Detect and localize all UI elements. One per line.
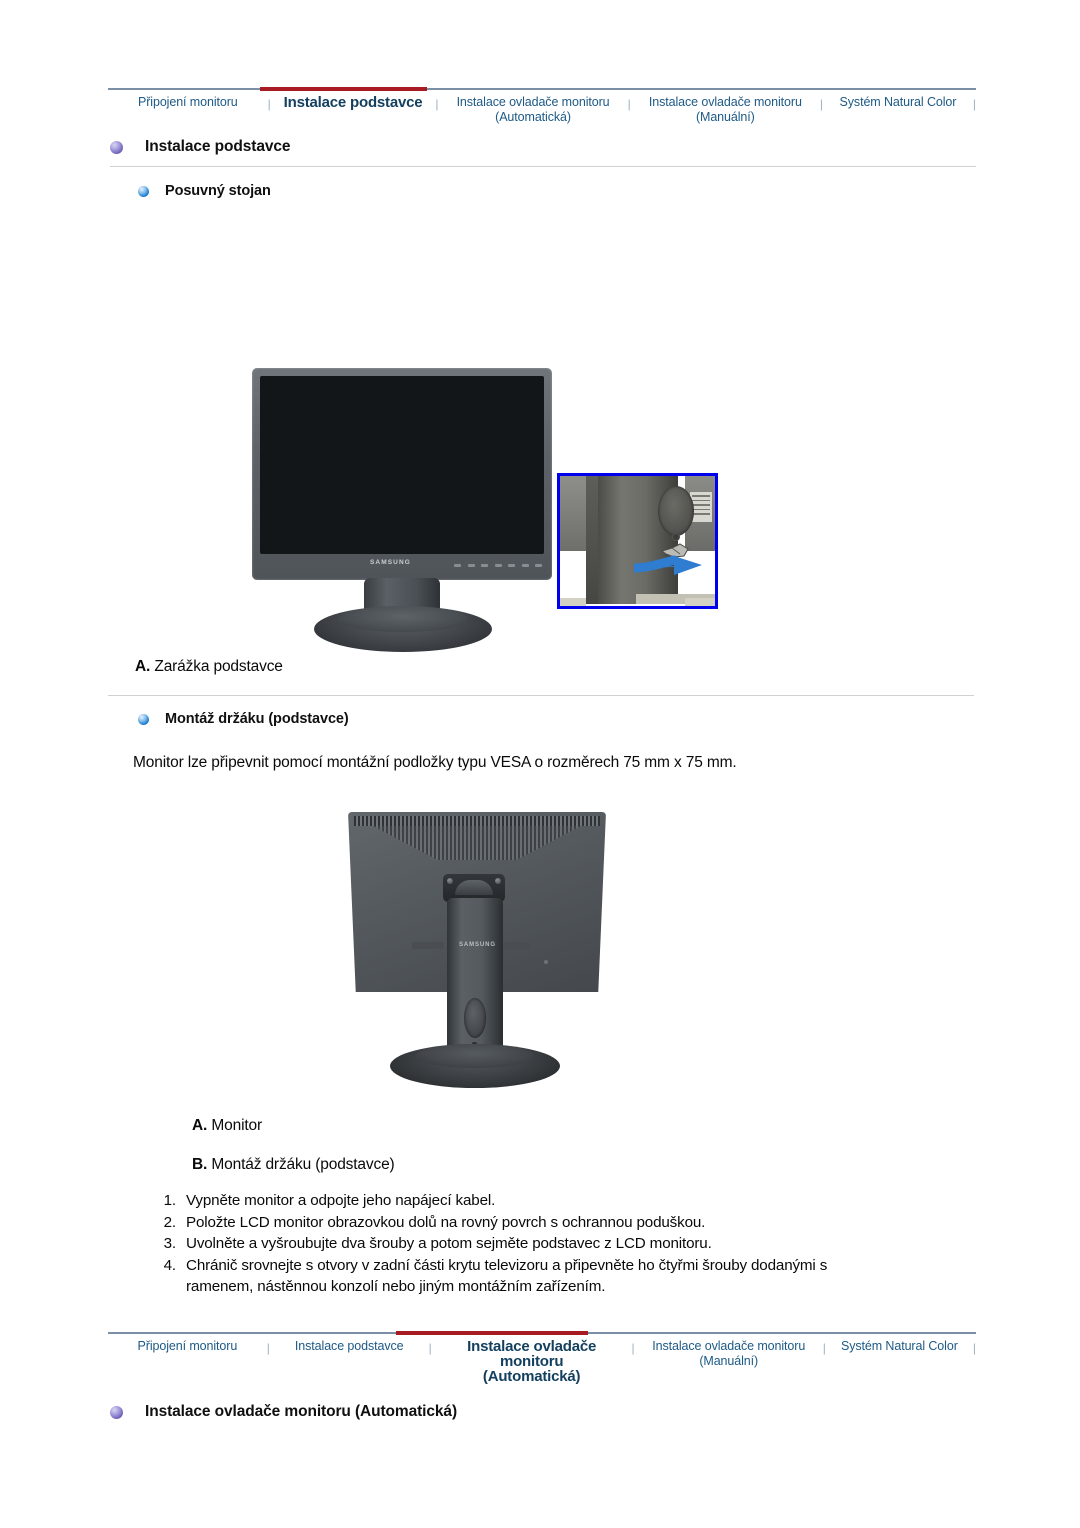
purple-bullet-icon (110, 140, 123, 154)
step-number: 2. (163, 1213, 177, 1231)
blue-bullet-icon (138, 185, 149, 197)
caption-b-letter: B. (192, 1156, 208, 1173)
subsection-title-montaz-drzaku: Montáž držáku (podstavce) (165, 711, 349, 727)
caption-a-zarazka: A. Zarážka podstavce (135, 658, 283, 676)
bottom-nav-item-natural-color[interactable]: Systém Natural Color (826, 1338, 973, 1354)
page-title: Instalace podstavce (145, 138, 291, 155)
blue-bullet-icon (138, 713, 149, 725)
caption-b-text: Montáž držáku (podstavce) (211, 1156, 395, 1173)
top-nav-separator: | (972, 97, 976, 111)
monitor-stand-base-top (338, 606, 468, 632)
bottom-navigation: Připojení monitoru | Instalace podstavce… (108, 1331, 976, 1384)
figure-stand-lock-detail (557, 473, 718, 609)
section1-subheading-row: Posuvný stojan (138, 183, 271, 199)
top-nav-item-instalace-podstavce[interactable]: Instalace podstavce (271, 94, 436, 110)
caption-a-text: Zarážka podstavce (154, 658, 283, 675)
monitor-screen (260, 376, 544, 554)
step-text: Vypněte monitor a odpojte jeho napájecí … (186, 1192, 496, 1209)
step-text: Položte LCD monitor obrazovkou dolů na r… (186, 1213, 706, 1231)
bottom-nav-rule (108, 1331, 976, 1335)
bottom-nav-item-ovladac-manualni[interactable]: Instalace ovladače monitoru (Manuální) (635, 1338, 823, 1369)
bottom-nav-item-pripojeni-monitoru[interactable]: Připojení monitoru (108, 1338, 267, 1354)
monitor-back-screw (544, 960, 548, 964)
vesa-slot (455, 880, 493, 895)
vesa-intro-text: Monitor lze připevnit pomocí montážní po… (133, 754, 737, 771)
monitor-bezel: SAMSUNG (252, 368, 552, 580)
top-navigation: Připojení monitoru | Instalace podstavce… (108, 87, 976, 125)
section-divider (108, 695, 974, 696)
subsection-title-posuvny-stojan: Posuvný stojan (165, 183, 271, 199)
list-item: 1. Vypněte monitor a odpojte jeho napáje… (150, 1190, 870, 1212)
monitor-back-seam-left (412, 942, 444, 949)
list-item: 3. Uvolněte a vyšroubujte dva šrouby a p… (150, 1233, 870, 1255)
bottom-nav-separator: | (972, 1341, 976, 1355)
section3-title: Instalace ovladače monitoru (Automatická… (145, 1403, 458, 1420)
purple-bullet-icon (110, 1405, 123, 1419)
top-nav-item-ovladac-manualni[interactable]: Instalace ovladače monitoru (Manuální) (631, 94, 820, 125)
section1-heading-row: Instalace podstavce (110, 138, 291, 156)
detail-left-inner-column (586, 476, 598, 604)
step-number: 3. (163, 1235, 177, 1252)
detail-oval-recess (658, 486, 694, 536)
top-nav-items: Připojení monitoru | Instalace podstavce… (108, 94, 976, 125)
bottom-nav-active-underline (396, 1331, 588, 1335)
top-nav-rule (108, 87, 976, 91)
monitor-chin: SAMSUNG (252, 554, 552, 580)
caption-a-letter: A. (192, 1117, 208, 1134)
monitor-back-stand-neck: SAMSUNG (447, 898, 503, 1058)
step-text: Uvolněte a vyšroubujte dva šrouby a poto… (186, 1235, 712, 1252)
samsung-logo: SAMSUNG (370, 559, 411, 566)
document-page: Připojení monitoru | Instalace podstavce… (0, 0, 1080, 1528)
vesa-screw-left-icon (447, 878, 453, 884)
top-nav-item-natural-color[interactable]: Systém Natural Color (823, 94, 973, 110)
section2-subheading-row: Montáž držáku (podstavce) (138, 711, 349, 727)
detail-stand-column (598, 476, 715, 604)
caption-a-letter: A. (135, 658, 151, 675)
list-item: 4. Chránič srovnejte s otvory v zadní čá… (150, 1255, 870, 1298)
caption-b-montaz: B. Montáž držáku (podstavce) (192, 1156, 395, 1174)
top-nav-active-underline (260, 87, 427, 91)
bottom-nav-items: Připojení monitoru | Instalace podstavce… (108, 1338, 976, 1384)
osd-buttons (454, 564, 542, 568)
caption-a-text: Monitor (211, 1117, 263, 1134)
top-nav-item-ovladac-automaticka[interactable]: Instalace ovladače monitoru (Automatická… (438, 94, 627, 125)
caption-a-monitor: A. Monitor (192, 1117, 262, 1135)
vesa-screw-right-icon (495, 878, 501, 884)
heading-divider (110, 166, 976, 167)
monitor-vents-strip (354, 816, 600, 826)
samsung-logo: SAMSUNG (459, 942, 496, 948)
back-neck-oval-recess (464, 998, 486, 1038)
installation-steps-list: 1. Vypněte monitor a odpojte jeho napáje… (150, 1190, 870, 1298)
section3-heading-row: Instalace ovladače monitoru (Automatická… (110, 1403, 457, 1421)
detail-lock-pin (672, 533, 680, 541)
detail-left-column (560, 476, 586, 551)
list-item: 2. Položte LCD monitor obrazovkou dolů n… (150, 1212, 870, 1234)
step-text: Chránič srovnejte s otvory v zadní části… (186, 1256, 828, 1296)
detail-floor-right (685, 598, 715, 606)
blue-arrow-icon (629, 546, 706, 576)
step-number: 4. (163, 1256, 177, 1274)
top-nav-item-pripojeni-monitoru[interactable]: Připojení monitoru (108, 94, 268, 110)
detail-floor-left (560, 598, 586, 606)
monitor-back-stand-base-top (416, 1044, 534, 1068)
figure-monitor-back: SAMSUNG (348, 812, 638, 1100)
bottom-nav-item-instalace-podstavce[interactable]: Instalace podstavce (270, 1338, 429, 1354)
bottom-nav-item-ovladac-automaticka[interactable]: Instalace ovladače monitoru (Automatická… (432, 1338, 632, 1384)
step-number: 1. (163, 1192, 177, 1209)
figure-monitor-front: SAMSUNG (252, 368, 572, 652)
